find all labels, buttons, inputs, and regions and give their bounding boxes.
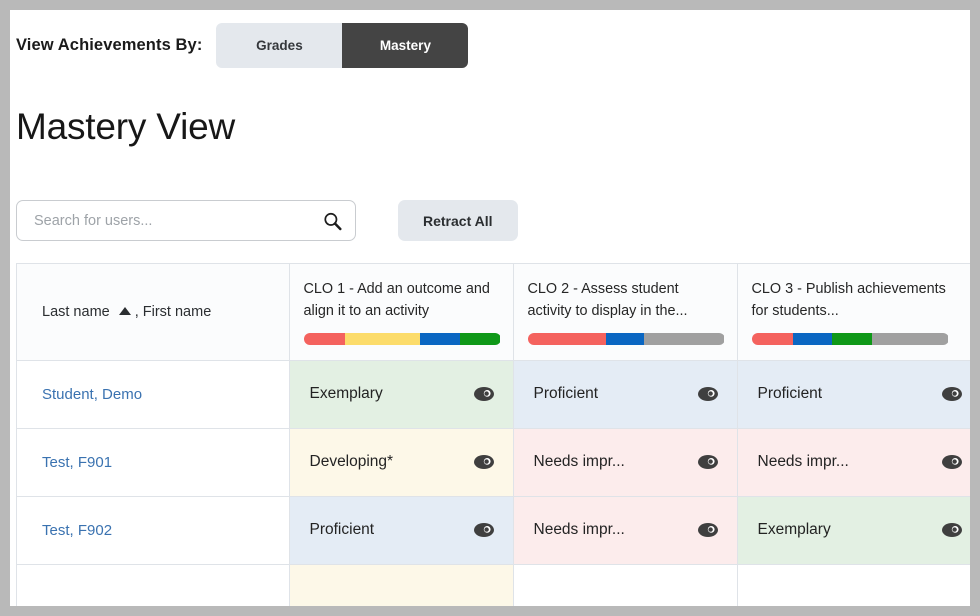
- mastery-level-label: Exemplary: [757, 521, 831, 538]
- mastery-level-cell[interactable]: [737, 564, 970, 606]
- bar-segment: [419, 333, 461, 346]
- bar-segment: [303, 333, 345, 346]
- bar-segment: [527, 333, 607, 346]
- eye-icon[interactable]: [697, 522, 719, 538]
- bar-segment: [792, 333, 833, 346]
- last-name-label: Last name: [42, 303, 110, 320]
- clo-2-title: CLO 2 - Assess student activity to displ…: [527, 281, 688, 320]
- mastery-level-cell[interactable]: [289, 564, 514, 606]
- mastery-level-label: Needs impr...: [757, 453, 849, 470]
- search-box[interactable]: [16, 200, 356, 241]
- table-row: Test, F902 Proficient Needs impr... Exempla…: [17, 496, 970, 565]
- view-mode-toggle-group: Grades Mastery: [216, 23, 469, 68]
- mastery-level-content: Exemplary: [304, 385, 499, 403]
- mastery-level-label: Exemplary: [309, 385, 383, 402]
- bar-segment: [751, 333, 793, 346]
- mastery-level-cell[interactable]: Developing*: [289, 428, 514, 497]
- column-header-clo-3[interactable]: CLO 3 - Publish achievements for student…: [737, 264, 970, 361]
- eye-icon[interactable]: [941, 386, 963, 402]
- bar-segment: [871, 333, 949, 346]
- bar-segment: [606, 333, 644, 346]
- mastery-level-label: Proficient: [757, 385, 823, 402]
- search-input[interactable]: [17, 201, 355, 240]
- eye-icon[interactable]: [473, 454, 495, 470]
- eye-icon[interactable]: [697, 386, 719, 402]
- bar-segment: [832, 333, 872, 346]
- bar-segment: [460, 333, 501, 346]
- student-name-link[interactable]: [17, 564, 290, 606]
- tab-grades[interactable]: Grades: [216, 23, 343, 68]
- clo-1-distribution-bar: [303, 333, 501, 346]
- mastery-view-page: View Achievements By: Grades Mastery Mas…: [10, 10, 970, 606]
- column-header-name[interactable]: Last name , First name: [17, 264, 290, 361]
- tab-mastery[interactable]: Mastery: [342, 23, 469, 68]
- mastery-level-content: Proficient: [752, 385, 967, 403]
- student-name-link[interactable]: Test, F901: [17, 428, 290, 497]
- mastery-level-cell[interactable]: Needs impr...: [513, 428, 738, 497]
- mastery-level-cell[interactable]: Needs impr...: [737, 428, 970, 497]
- student-name-link[interactable]: Student, Demo: [17, 360, 290, 429]
- mastery-level-label: Needs impr...: [533, 453, 625, 470]
- eye-icon[interactable]: [941, 454, 963, 470]
- table-row: [17, 564, 970, 606]
- sort-ascending-icon[interactable]: [118, 306, 131, 315]
- mastery-level-content: Needs impr...: [528, 521, 723, 539]
- eye-icon[interactable]: [473, 386, 495, 402]
- search-icon[interactable]: [323, 211, 342, 230]
- mastery-level-content: Proficient: [528, 385, 723, 403]
- mastery-level-content: Needs impr...: [752, 453, 967, 471]
- clo-3-distribution-bar: [751, 333, 949, 346]
- table-row: Student, Demo Exemplary Proficient Proficie…: [17, 360, 970, 429]
- clo-1-title: CLO 1 - Add an outcome and align it to a…: [303, 281, 490, 320]
- mastery-table: Last name , First name CLO 1 - Add an ou…: [17, 264, 970, 606]
- table-actions-bar: Retract All: [10, 148, 970, 241]
- student-name-link[interactable]: Test, F902: [17, 496, 290, 565]
- mastery-level-cell[interactable]: Proficient: [289, 496, 514, 565]
- mastery-level-label: Developing*: [309, 453, 394, 470]
- mastery-level-cell[interactable]: Proficient: [737, 360, 970, 429]
- mastery-table-container: Last name , First name CLO 1 - Add an ou…: [16, 263, 970, 606]
- column-header-clo-2[interactable]: CLO 2 - Assess student activity to displ…: [513, 264, 738, 361]
- eye-icon[interactable]: [941, 522, 963, 538]
- clo-3-title: CLO 3 - Publish achievements for student…: [751, 281, 946, 320]
- view-achievements-toolbar: View Achievements By: Grades Mastery: [10, 10, 970, 68]
- column-header-clo-1[interactable]: CLO 1 - Add an outcome and align it to a…: [289, 264, 514, 361]
- mastery-level-cell[interactable]: Proficient: [513, 360, 738, 429]
- mastery-level-cell[interactable]: Needs impr...: [513, 496, 738, 565]
- table-header: Last name , First name CLO 1 - Add an ou…: [17, 264, 970, 361]
- table-body: Student, Demo Exemplary Proficient Proficie…: [17, 360, 970, 606]
- mastery-level-cell[interactable]: Exemplary: [289, 360, 514, 429]
- page-title: Mastery View: [16, 106, 235, 147]
- first-name-label: , First name: [134, 303, 212, 320]
- mastery-level-label: Proficient: [533, 385, 599, 402]
- retract-all-button[interactable]: Retract All: [398, 200, 518, 241]
- mastery-level-cell[interactable]: [513, 564, 738, 606]
- clo-2-distribution-bar: [527, 333, 725, 346]
- mastery-level-content: Developing*: [304, 453, 499, 471]
- mastery-level-content: Proficient: [304, 521, 499, 539]
- mastery-level-cell[interactable]: Exemplary: [737, 496, 970, 565]
- eye-icon[interactable]: [697, 454, 719, 470]
- view-achievements-label: View Achievements By:: [16, 36, 203, 54]
- table-header-row: Last name , First name CLO 1 - Add an ou…: [17, 264, 970, 361]
- table-row: Test, F901 Developing* Needs impr... Needs …: [17, 428, 970, 497]
- bar-segment: [344, 333, 420, 346]
- mastery-level-label: Needs impr...: [533, 521, 625, 538]
- bar-segment: [643, 333, 725, 346]
- mastery-level-content: Exemplary: [752, 521, 967, 539]
- mastery-level-content: Needs impr...: [528, 453, 723, 471]
- eye-icon[interactable]: [473, 522, 495, 538]
- mastery-level-label: Proficient: [309, 521, 375, 538]
